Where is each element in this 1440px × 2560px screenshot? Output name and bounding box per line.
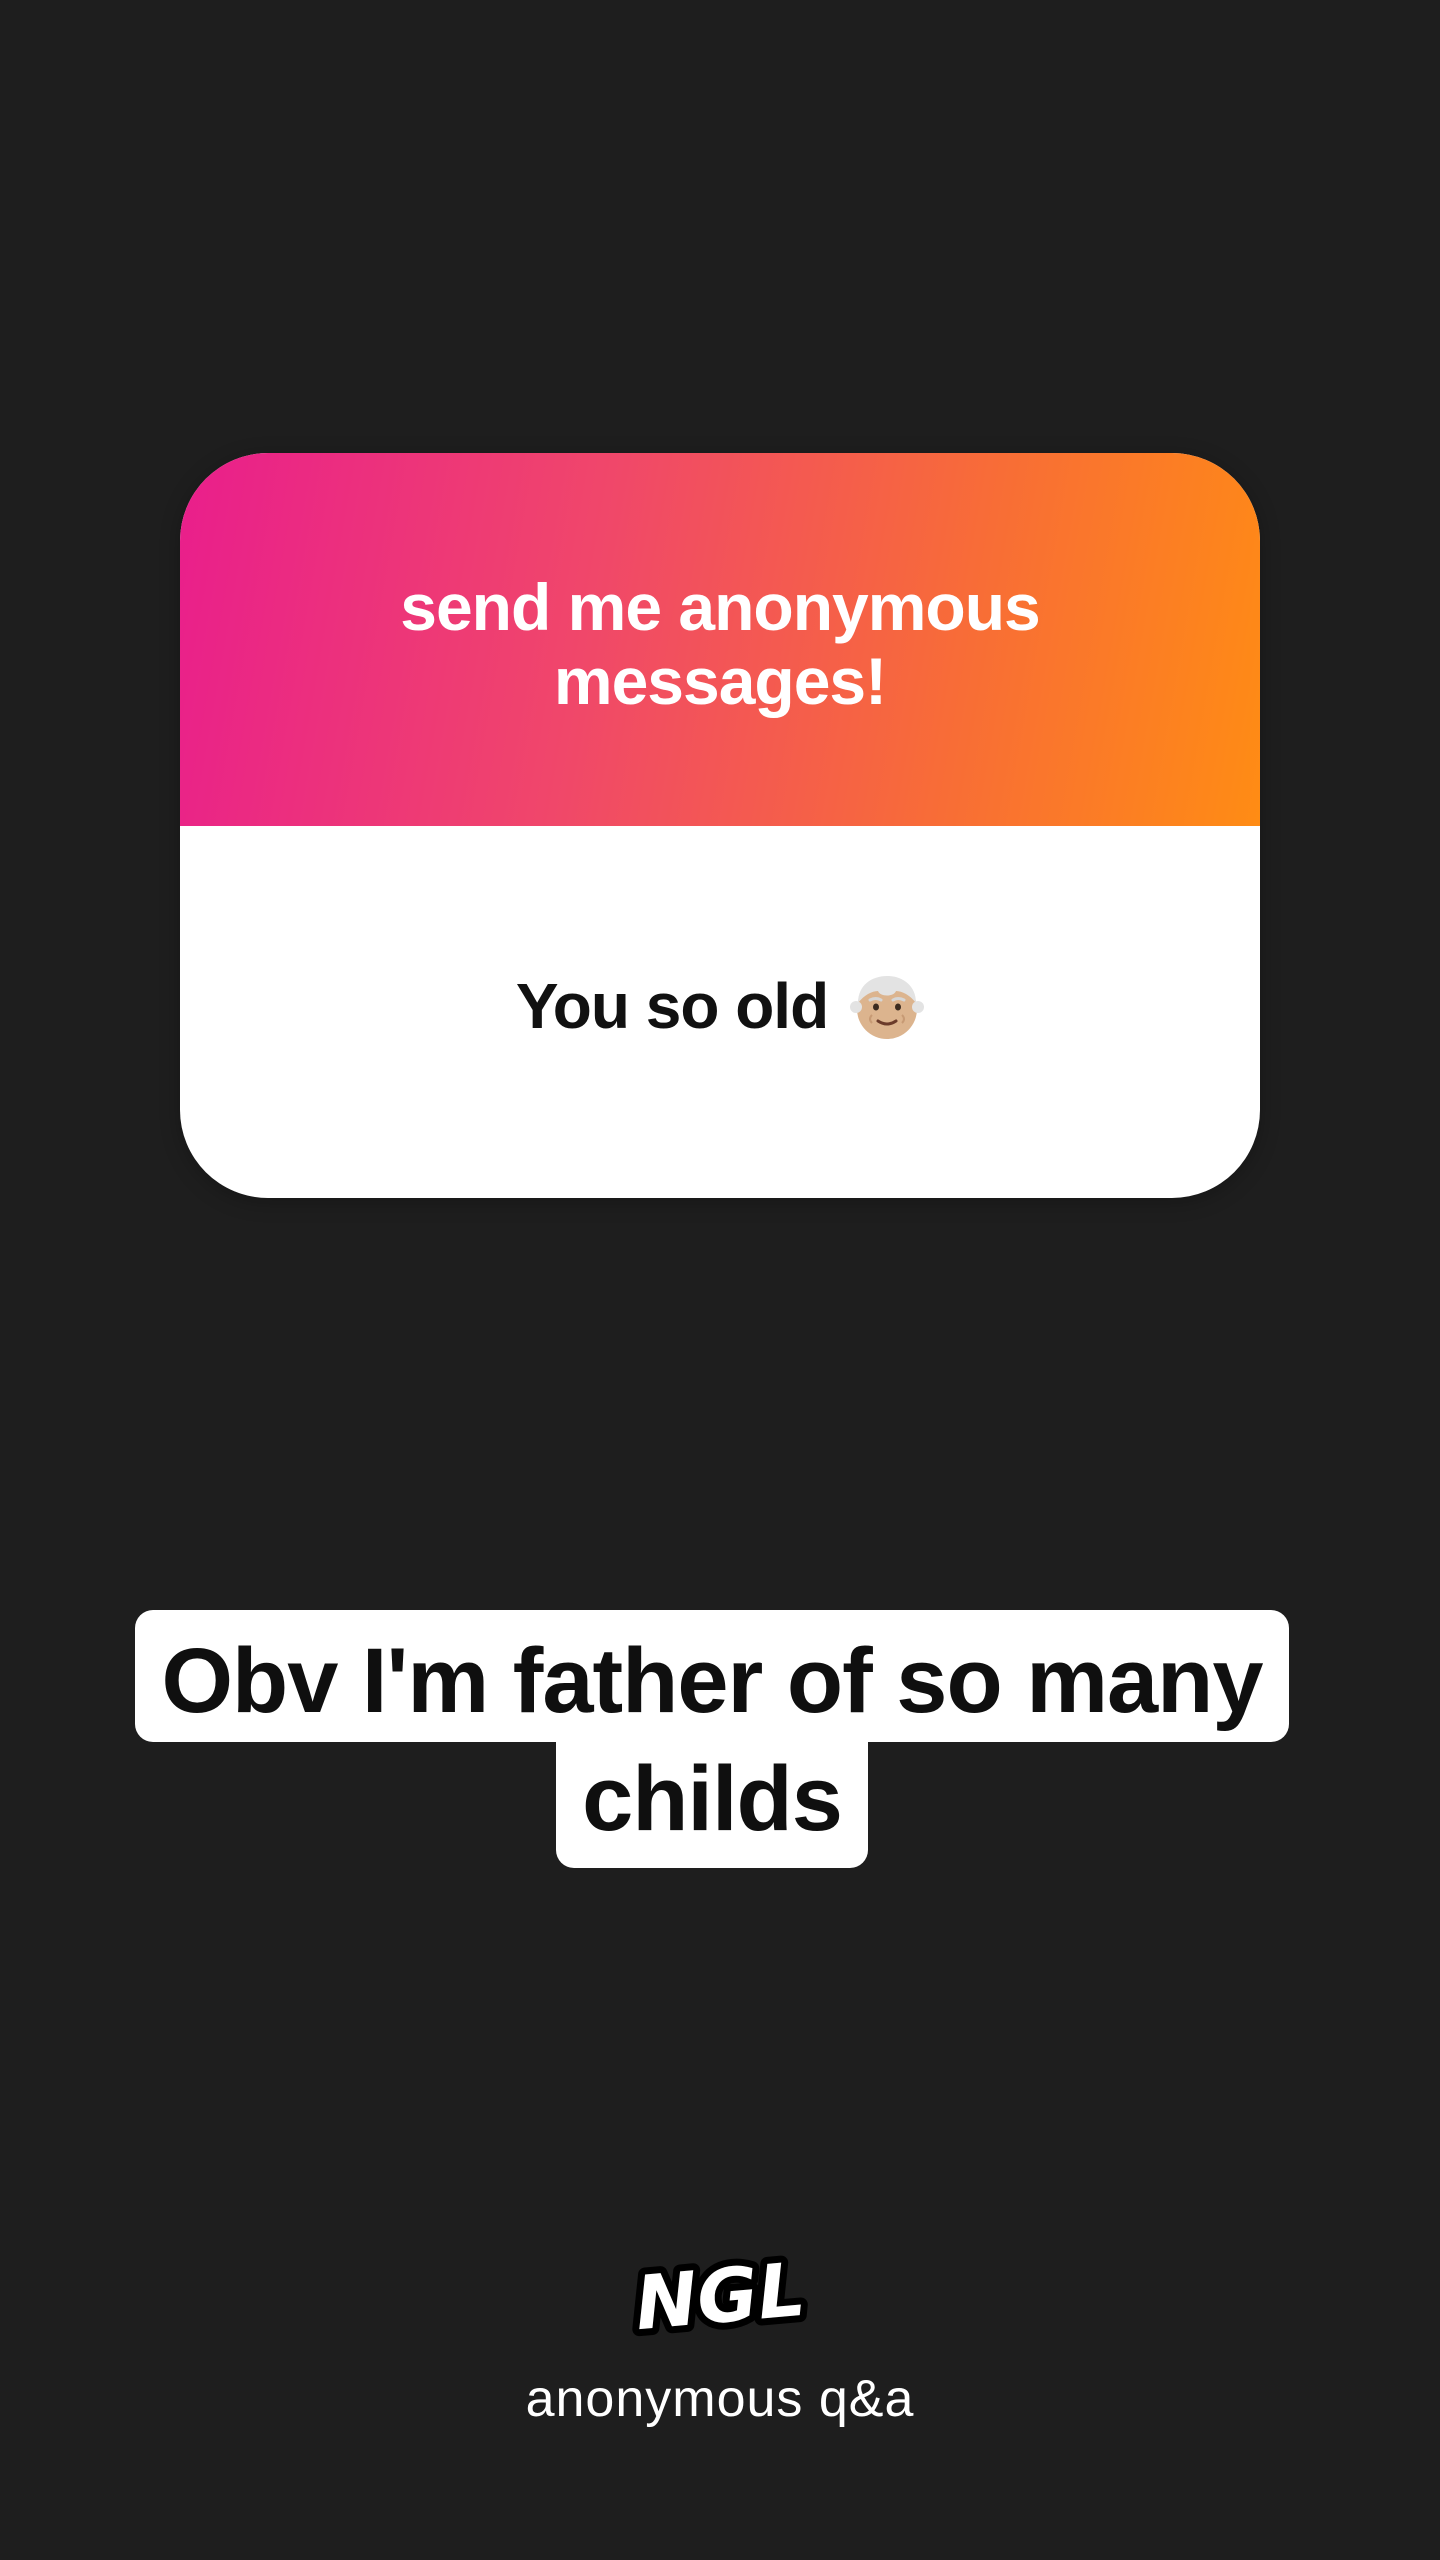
brand-tagline: anonymous q&a — [525, 2370, 915, 2428]
story-canvas: send me anonymous messages! You so old O… — [0, 0, 1440, 2560]
reply-caption: Obv I'm father of so many childs — [96, 1610, 1328, 1868]
svg-text:NGL: NGL — [632, 2247, 809, 2347]
question-prompt: send me anonymous messages! — [400, 569, 1041, 718]
reply-caption-line-2: childs — [556, 1742, 868, 1868]
ngl-logo-icon: NGL — [620, 2240, 820, 2354]
older-person-emoji-icon — [850, 969, 925, 1043]
anonymous-message: You so old — [515, 969, 925, 1043]
anonymous-message-text: You so old — [515, 970, 829, 1042]
reply-caption-line-1: Obv I'm father of so many — [135, 1610, 1289, 1742]
question-card-header: send me anonymous messages! — [180, 453, 1260, 826]
brand-footer: NGL anonymous q&a — [0, 2240, 1440, 2429]
question-card: send me anonymous messages! You so old — [180, 453, 1260, 1198]
question-card-body: You so old — [180, 826, 1260, 1198]
